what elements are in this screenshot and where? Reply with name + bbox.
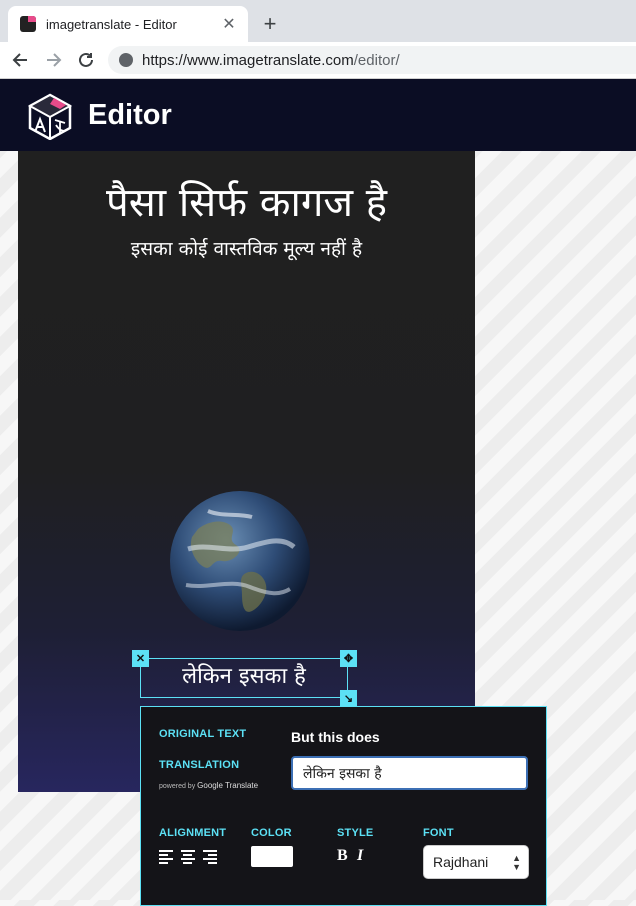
page-title: Editor (88, 99, 172, 131)
reload-icon[interactable] (74, 48, 98, 72)
app-logo-icon[interactable] (26, 92, 74, 140)
font-select[interactable]: Rajdhani ▲ ▼ (423, 845, 529, 879)
earth-image (170, 491, 310, 631)
alignment-label: ALIGNMENT (159, 827, 227, 839)
font-label: FONT (423, 827, 454, 839)
translated-subline[interactable]: इसका कोई वास्तविक मूल्य नहीं है (18, 235, 475, 261)
back-arrow-icon[interactable] (8, 48, 32, 72)
url-text: https://www.imagetranslate.com/editor/ (142, 51, 400, 69)
translation-input[interactable] (291, 756, 528, 790)
bold-button[interactable]: B (337, 847, 348, 865)
move-handle-icon[interactable]: ✥ (340, 650, 357, 667)
app-header: Editor (0, 79, 636, 151)
resize-handle-icon[interactable]: ↘ (340, 690, 357, 707)
tab-title: imagetranslate - Editor (46, 16, 177, 32)
text-color-swatch[interactable] (251, 846, 293, 867)
italic-button[interactable]: I (357, 847, 363, 865)
globe-icon (119, 53, 133, 67)
original-text-label: ORIGINAL TEXT (159, 728, 247, 740)
text-edit-panel: ORIGINAL TEXT But this does TRANSLATION … (140, 706, 547, 906)
align-center-icon[interactable] (181, 850, 195, 864)
align-left-icon[interactable] (159, 850, 173, 864)
original-text-value: But this does (291, 729, 380, 745)
align-right-icon[interactable] (203, 850, 217, 864)
delete-handle-icon[interactable]: ✕ (132, 650, 149, 667)
select-arrows-icon: ▲ ▼ (512, 853, 521, 872)
browser-tab[interactable]: imagetranslate - Editor ✕ (8, 6, 248, 42)
powered-by-google: powered by Google Translate (159, 781, 259, 790)
favicon-icon (20, 16, 36, 32)
style-label: STYLE (337, 827, 374, 839)
browser-tab-strip: imagetranslate - Editor ✕ + (0, 0, 636, 42)
tab-close-icon[interactable]: ✕ (220, 15, 238, 33)
selected-text-layer[interactable]: लेकिन इसका है (140, 660, 348, 690)
color-label: COLOR (251, 827, 292, 839)
translation-label: TRANSLATION (159, 759, 240, 771)
new-tab-icon[interactable]: + (258, 11, 282, 36)
forward-arrow-icon[interactable] (42, 48, 66, 72)
address-bar[interactable]: https://www.imagetranslate.com/editor/ (108, 46, 636, 74)
browser-toolbar: https://www.imagetranslate.com/editor/ (0, 42, 636, 79)
translated-headline[interactable]: पैसा सिर्फ कागज है (18, 173, 475, 228)
